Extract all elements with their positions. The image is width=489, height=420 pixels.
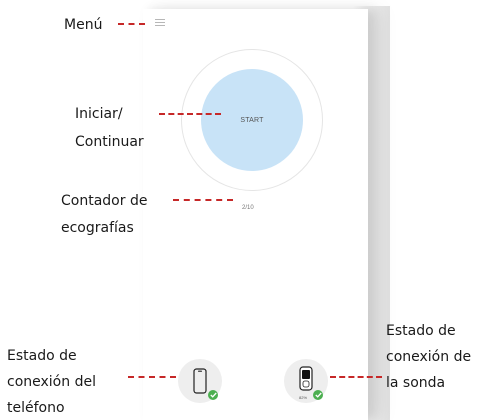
ultrasound-probe-icon [299,366,313,391]
smartphone-icon [193,368,207,394]
counter-annotation-line2: ecografías [61,220,134,236]
check-icon [208,390,218,400]
hamburger-menu-icon[interactable] [155,19,165,26]
start-annotation-line1: Iniciar/ [75,106,123,122]
phone-status-annotation-line3: teléfono [7,400,65,416]
probe-status-annotation-line1: Estado de [386,323,456,339]
start-annotation-line2: Continuar [75,134,144,150]
start-button[interactable]: START [201,69,303,171]
counter-annotation-line [173,199,233,201]
check-icon [313,390,323,400]
start-annotation-line [159,113,221,115]
probe-status-annotation-line [330,376,382,378]
phone-status-annotation-line [128,376,176,378]
scan-counter: 2/10 [242,205,254,211]
probe-status-annotation-line2: conexión de [386,349,472,365]
counter-annotation-line1: Contador de [61,193,148,209]
menu-annotation-line [118,23,145,25]
phone-status-annotation-line1: Estado de [7,348,77,364]
probe-battery-level: 82% [299,395,308,400]
probe-connection-status[interactable]: 82% [284,359,328,403]
app-screen: START 2/10 82% [143,9,368,420]
probe-status-annotation-line3: la sonda [386,375,446,391]
menu-annotation: Menú [64,17,103,33]
phone-connection-status[interactable] [178,359,222,403]
phone-status-annotation-line2: conexión del [7,374,96,390]
